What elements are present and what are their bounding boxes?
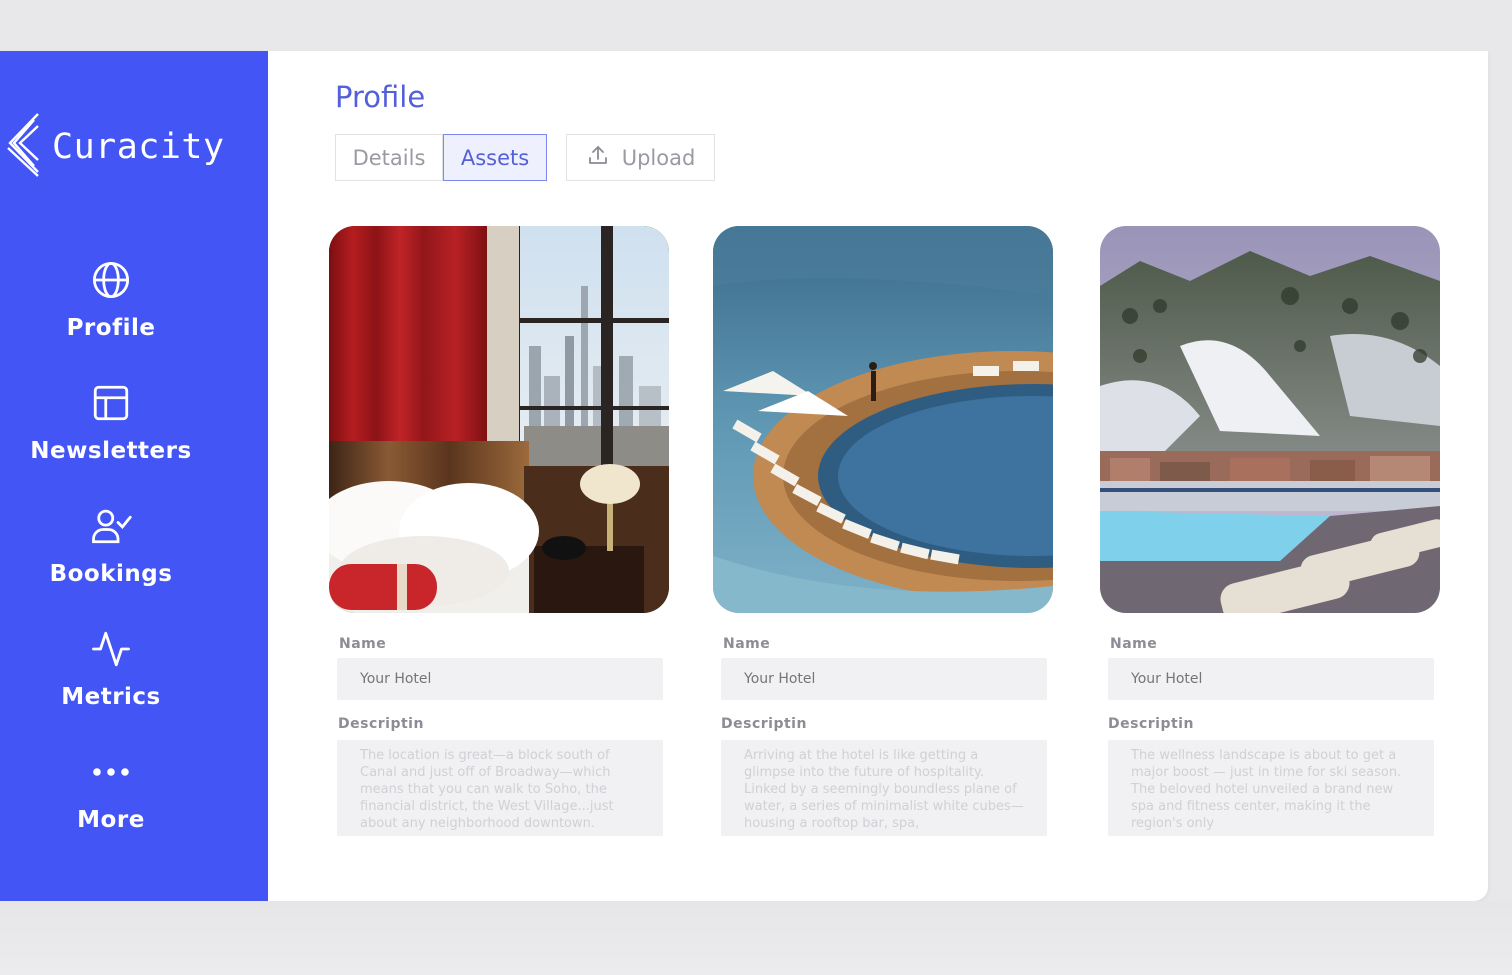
sidebar-item-bookings[interactable]: Bookings <box>0 505 222 587</box>
description-label: Descriptin <box>338 716 424 732</box>
globe-icon <box>90 259 132 305</box>
description-label: Descriptin <box>721 716 807 732</box>
upload-label: Upload <box>621 145 696 170</box>
name-label: Name <box>1110 636 1158 652</box>
sidebar-item-label: Bookings <box>49 561 173 587</box>
hotel-bedroom-photo[interactable] <box>329 226 669 613</box>
name-label: Name <box>723 636 771 652</box>
description-field[interactable]: The location is great—a block south of C… <box>337 740 663 836</box>
sidebar-item-profile[interactable]: Profile <box>0 259 222 341</box>
name-label: Name <box>339 636 387 652</box>
layout-icon <box>90 382 132 428</box>
description-label: Descriptin <box>1108 716 1194 732</box>
name-input[interactable] <box>721 658 1047 700</box>
sidebar-item-more[interactable]: More <box>0 751 222 833</box>
desktop-background <box>0 901 1512 975</box>
sidebar-item-label: Newsletters <box>30 438 192 464</box>
chevrons-logo-icon <box>4 112 40 182</box>
sidebar-item-label: Profile <box>66 315 156 341</box>
sidebar-item-newsletters[interactable]: Newsletters <box>0 382 222 464</box>
asset-card: Name Descriptin The location is great—a … <box>329 226 669 836</box>
snowy-mountain-pool-photo[interactable] <box>1100 226 1440 613</box>
name-input[interactable] <box>337 658 663 700</box>
asset-card: Name Descriptin The wellness landscape i… <box>1100 226 1440 836</box>
sidebar-item-metrics[interactable]: Metrics <box>0 628 222 710</box>
description-field[interactable]: Arriving at the hotel is like getting a … <box>721 740 1047 836</box>
sidebar-item-label: Metrics <box>61 684 161 710</box>
more-dots-icon <box>90 751 132 797</box>
asset-card: Name Descriptin Arriving at the hotel is… <box>713 226 1053 836</box>
description-field[interactable]: The wellness landscape is about to get a… <box>1108 740 1434 836</box>
tab-assets[interactable]: Assets <box>443 134 547 181</box>
tab-details[interactable]: Details <box>335 134 443 181</box>
user-check-icon <box>90 505 132 551</box>
upload-button[interactable]: Upload <box>566 134 715 181</box>
upload-icon <box>586 143 622 172</box>
brand-name: Curacity <box>52 127 225 167</box>
infinity-pool-photo[interactable] <box>713 226 1053 613</box>
sidebar-item-label: More <box>77 807 145 833</box>
activity-icon <box>90 628 132 674</box>
name-input[interactable] <box>1108 658 1434 700</box>
tab-bar: Details Assets <box>335 134 547 181</box>
page-title: Profile <box>335 80 426 114</box>
brand[interactable]: Curacity <box>4 112 225 182</box>
